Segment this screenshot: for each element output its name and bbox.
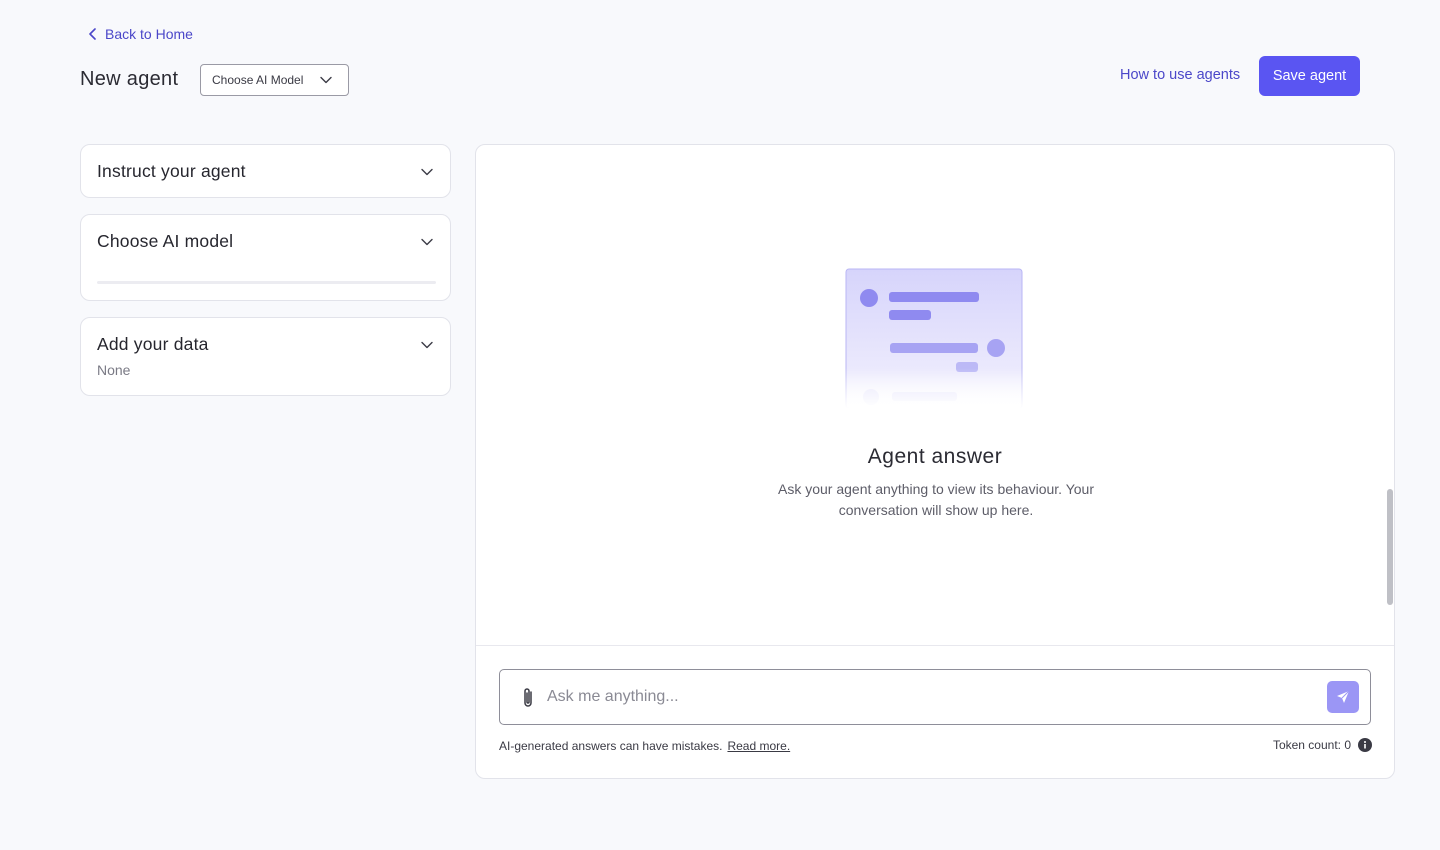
model-select-value: Choose AI Model bbox=[212, 73, 304, 87]
empty-state-description: Ask your agent anything to view its beha… bbox=[778, 481, 1094, 518]
read-more-link[interactable]: Read more. bbox=[727, 739, 790, 753]
page-title: New agent bbox=[80, 68, 179, 90]
send-icon bbox=[1337, 690, 1350, 703]
accordion-add-your-data[interactable]: Add your data None bbox=[80, 317, 451, 396]
chat-message-input[interactable] bbox=[547, 682, 1307, 712]
back-to-home-label: Back to Home bbox=[105, 26, 193, 42]
accordion-choose-ai-model[interactable]: Choose AI model bbox=[80, 214, 451, 301]
accordion-title: Choose AI model bbox=[97, 231, 234, 251]
chat-input-box bbox=[499, 669, 1371, 725]
info-icon[interactable] bbox=[1358, 738, 1372, 752]
empty-state-title: Agent answer bbox=[867, 445, 1003, 468]
chat-illustration bbox=[845, 268, 1023, 408]
accordion-title: Instruct your agent bbox=[97, 161, 246, 181]
ai-disclaimer: AI-generated answers can have mistakes. R… bbox=[499, 739, 790, 753]
how-to-use-agents-link[interactable]: How to use agents bbox=[1120, 67, 1240, 83]
chevron-left-icon bbox=[89, 28, 96, 40]
save-agent-button[interactable]: Save agent bbox=[1259, 56, 1360, 96]
loading-bar bbox=[97, 281, 436, 284]
model-select-dropdown[interactable]: Choose AI Model bbox=[200, 64, 349, 96]
chevron-down-icon bbox=[320, 76, 332, 84]
token-count-label: Token count: 0 bbox=[1272, 738, 1351, 752]
chevron-down-icon bbox=[421, 238, 433, 246]
paperclip-icon[interactable] bbox=[519, 686, 537, 710]
accordion-instruct-agent[interactable]: Instruct your agent bbox=[80, 144, 451, 198]
accordion-subtitle: None bbox=[97, 362, 131, 378]
back-to-home-link[interactable]: Back to Home bbox=[88, 26, 193, 42]
divider bbox=[476, 645, 1394, 646]
chevron-down-icon bbox=[421, 341, 433, 349]
disclaimer-text: AI-generated answers can have mistakes. bbox=[499, 739, 723, 753]
token-count: Token count: 0 bbox=[1273, 738, 1372, 752]
scrollbar-thumb[interactable] bbox=[1387, 489, 1393, 605]
chevron-down-icon bbox=[421, 168, 433, 176]
accordion-title: Add your data bbox=[97, 334, 209, 354]
send-button[interactable] bbox=[1327, 681, 1359, 713]
chat-panel: Agent answer Ask your agent anything to … bbox=[475, 144, 1395, 779]
